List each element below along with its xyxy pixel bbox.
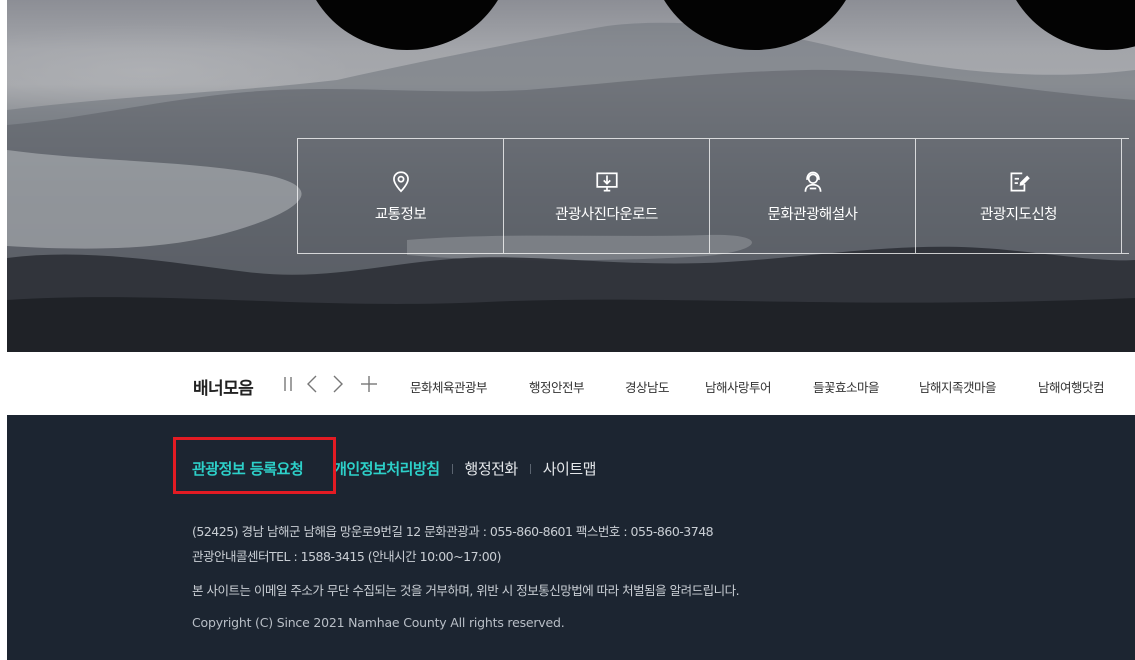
banner-title: 배너모음 bbox=[193, 379, 254, 399]
banner-pause-button[interactable] bbox=[277, 372, 299, 396]
quick-menu-traffic-info[interactable]: 교통정보 bbox=[297, 139, 503, 253]
footer-link-register-request[interactable]: 관광정보 등록요청 bbox=[192, 458, 304, 479]
chevron-right-icon bbox=[333, 375, 343, 393]
banner-link-wildflower-village[interactable]: 들꽃효소마을 bbox=[813, 377, 919, 396]
plus-icon bbox=[361, 376, 377, 392]
monitor-download-icon bbox=[595, 171, 618, 192]
quick-menu-map-request[interactable]: 관광지도신청 bbox=[915, 139, 1121, 253]
map-pin-icon bbox=[392, 170, 409, 192]
edit-document-icon bbox=[1010, 171, 1030, 192]
hero-banner: 교통정보 관광사진다운로드 문화관광해설사 관광지도신청 bbox=[7, 0, 1135, 352]
chevron-left-icon bbox=[307, 375, 317, 393]
banner-prev-button[interactable] bbox=[301, 372, 323, 396]
banner-link-namhae-love-tour[interactable]: 남해사랑투어 bbox=[705, 377, 813, 396]
footer-email-notice: 본 사이트는 이메일 주소가 무단 수집되는 것을 거부하며, 위반 시 정보통… bbox=[192, 583, 740, 598]
guide-headset-icon bbox=[804, 171, 821, 192]
footer-divider bbox=[529, 463, 531, 474]
quick-menu-culture-guide[interactable]: 문화관광해설사 bbox=[709, 139, 915, 253]
banner-links: 문화체육관광부 행정안전부 경상남도 남해사랑투어 들꽃효소마을 남해지족갯마을… bbox=[410, 377, 1105, 396]
footer-divider bbox=[451, 463, 453, 474]
banner-link-namhae-travel[interactable]: 남해여행닷컴 bbox=[1038, 377, 1105, 396]
footer-copyright: Copyright (C) Since 2021 Namhae County A… bbox=[192, 615, 565, 630]
quick-menu-label: 관광지도신청 bbox=[979, 206, 1058, 223]
footer-address: (52425) 경남 남해군 남해읍 망운로9번길 12 문화관광과 : 055… bbox=[192, 524, 714, 539]
pause-icon bbox=[284, 377, 292, 391]
banner-link-jijok-village[interactable]: 남해지족갯마을 bbox=[919, 377, 1038, 396]
banner-link-mois[interactable]: 행정안전부 bbox=[529, 377, 625, 396]
banner-link-gyeongnam[interactable]: 경상남도 bbox=[625, 377, 705, 396]
footer-link-privacy-policy[interactable]: 개인정보처리방침 bbox=[333, 458, 440, 479]
quick-menu-photo-download[interactable]: 관광사진다운로드 bbox=[503, 139, 709, 253]
quick-menu-label: 교통정보 bbox=[374, 206, 427, 223]
footer-callcenter: 관광안내콜센터TEL : 1588-3415 (안내시간 10:00~17:00… bbox=[192, 549, 502, 564]
quick-menu: 교통정보 관광사진다운로드 문화관광해설사 관광지도신청 bbox=[297, 138, 1129, 254]
footer-link-admin-phone[interactable]: 행정전화 bbox=[465, 458, 519, 479]
banner-link-mcst[interactable]: 문화체육관광부 bbox=[410, 377, 529, 396]
banner-more-button[interactable] bbox=[358, 372, 380, 396]
footer-nav: 관광정보 등록요청 개인정보처리방침 행정전화 사이트맵 bbox=[192, 458, 596, 479]
footer-link-sitemap[interactable]: 사이트맵 bbox=[543, 458, 597, 479]
banner-next-button[interactable] bbox=[327, 372, 349, 396]
site-footer: 관광정보 등록요청 개인정보처리방침 행정전화 사이트맵 (52425) 경남 … bbox=[7, 415, 1135, 660]
quick-menu-label: 문화관광해설사 bbox=[767, 206, 858, 223]
banner-collection: 배너모음 문화체육관광부 행정안전부 경상남도 남해사랑투어 들꽃효소마을 남해… bbox=[7, 352, 1135, 415]
quick-menu-item-partial[interactable] bbox=[1121, 139, 1129, 253]
quick-menu-label: 관광사진다운로드 bbox=[555, 206, 658, 223]
